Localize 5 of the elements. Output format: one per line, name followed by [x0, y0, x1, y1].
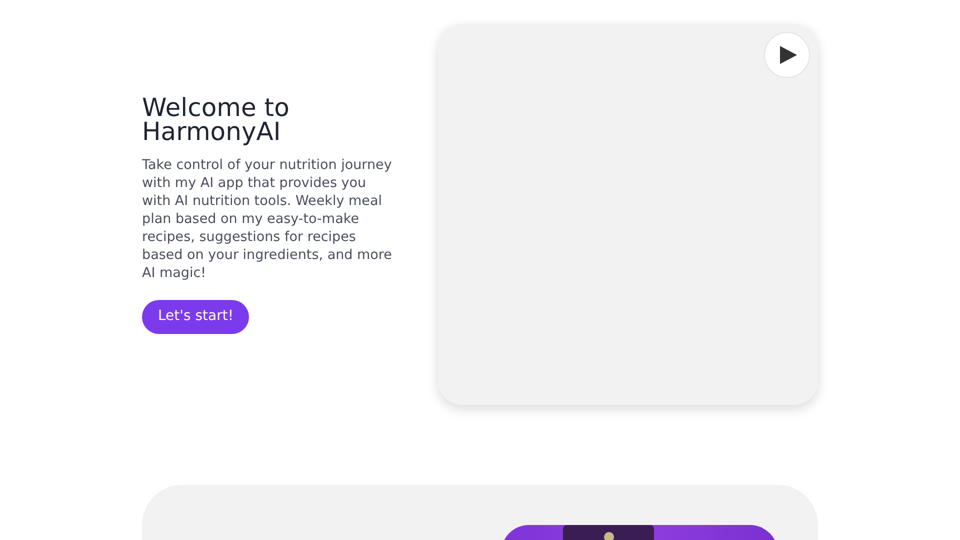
- play-button[interactable]: [764, 32, 810, 78]
- hero-description: Take control of your nutrition journey with my AI app that provides you with AI nutrition tools. Weekly meal plan based on my easy-to-make recipes, suggestions for recipes based on your ingredients, and more AI magic!: [142, 156, 393, 282]
- start-button[interactable]: Let's start!: [142, 300, 250, 334]
- hero-title: Welcome to HarmonyAI: [142, 96, 290, 144]
- play-icon: [780, 46, 797, 64]
